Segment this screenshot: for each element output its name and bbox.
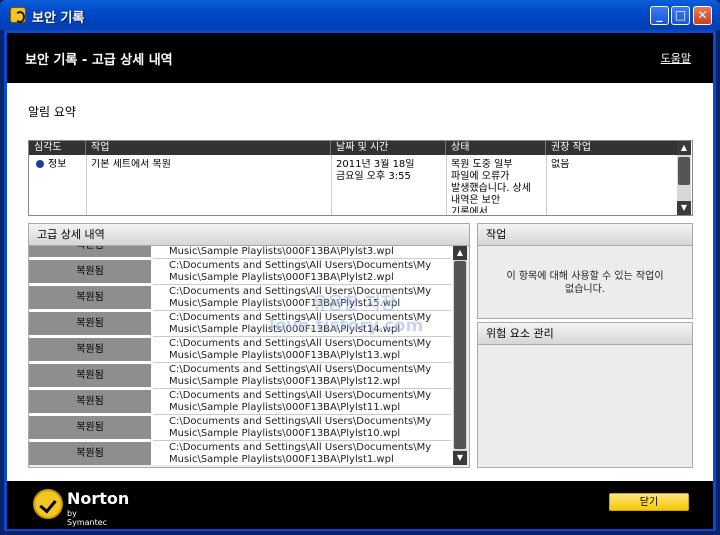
file-path: C:\Documents and Settings\All Users\Docu… [153, 338, 451, 363]
advanced-details-title: 고급 상세 내역 [29, 224, 469, 246]
restore-status: 복원됨 [29, 260, 151, 284]
risk-management-title: 위험 요소 관리 [478, 323, 692, 345]
list-item[interactable]: 복원됨 C:\Documents and Settings\All Users\D… [29, 442, 453, 465]
datetime-cell[interactable]: 2011년 3월 18일 금요일 오후 3:55 [331, 159, 446, 213]
file-path: Music\Sample Playlists\000F13BA\Plylst3.… [153, 246, 451, 259]
column-task[interactable]: 작업 [86, 141, 331, 155]
column-status[interactable]: 상태 [446, 141, 546, 155]
recommended-cell[interactable]: 없음 [546, 159, 677, 213]
scroll-thumb[interactable] [678, 157, 690, 185]
window: 보안 기록 _ □ ✕ 보안 기록 - 고급 상세 내역 도움말 알림 요약 심… [0, 0, 720, 535]
alert-summary-label: 알림 요약 [28, 105, 76, 119]
help-link[interactable]: 도움말 [661, 50, 691, 66]
maximize-button[interactable]: □ [671, 6, 690, 25]
list-item[interactable]: 복원됨 C:\Documents and Settings\All Users\D… [29, 260, 453, 285]
list-item[interactable]: 복원됨 C:\Documents and Settings\All Users\D… [29, 364, 453, 389]
file-path: C:\Documents and Settings\All Users\Docu… [153, 416, 451, 441]
advanced-details-panel: 고급 상세 내역 복원됨Music\Sample Playlists\000F1… [28, 223, 470, 468]
scroll-up-arrow-icon[interactable]: ▲ [677, 141, 691, 155]
task-cell[interactable]: 기본 세트에서 복원 [86, 159, 331, 213]
watermark-url: love.tistory.com [269, 316, 424, 336]
list-item[interactable]: 복원됨 C:\Documents and Settings\All Users\D… [29, 416, 453, 441]
scroll-up-arrow-icon[interactable]: ▲ [453, 246, 467, 260]
minimize-button[interactable]: _ [650, 6, 669, 25]
severity-value: 정보 [48, 159, 67, 170]
restore-status: 복원됨 [29, 246, 151, 258]
file-path: C:\Documents and Settings\All Users\Docu… [153, 390, 451, 415]
restore-status: 복원됨 [29, 416, 151, 440]
title-bar[interactable]: 보안 기록 _ □ ✕ [0, 0, 720, 30]
close-window-button[interactable]: ✕ [693, 6, 712, 25]
file-path: C:\Documents and Settings\All Users\Docu… [153, 442, 451, 465]
list-item[interactable]: 복원됨 C:\Documents and Settings\All Users\D… [29, 338, 453, 363]
norton-check-icon [33, 489, 63, 519]
status-cell[interactable]: 복원 도중 일부 파일에 오류가 발생했습니다. 상세 내역은 보안 기록에서 … [446, 159, 546, 213]
restore-status: 복원됨 [29, 442, 151, 465]
details-list: 복원됨Music\Sample Playlists\000F13BA\Plyls… [29, 246, 453, 465]
restore-status: 복원됨 [29, 286, 151, 310]
actions-panel-title: 작업 [478, 224, 692, 246]
scroll-down-arrow-icon[interactable]: ▼ [453, 451, 467, 465]
scroll-down-arrow-icon[interactable]: ▼ [677, 201, 691, 215]
file-path: C:\Documents and Settings\All Users\Docu… [153, 286, 451, 311]
window-title: 보안 기록 [32, 11, 85, 26]
scroll-thumb[interactable] [454, 261, 466, 449]
brand-name: Norton [67, 489, 130, 508]
restore-status: 복원됨 [29, 364, 151, 388]
norton-app-icon [10, 7, 26, 23]
list-item[interactable]: 복원됨Music\Sample Playlists\000F13BA\Plyls… [29, 246, 453, 259]
file-path: C:\Documents and Settings\All Users\Docu… [153, 364, 451, 389]
column-datetime[interactable]: 날짜 및 시간 [331, 141, 446, 155]
client-area: 보안 기록 - 고급 상세 내역 도움말 알림 요약 심각도 작업 날짜 및 시… [7, 33, 713, 529]
column-recommended[interactable]: 권장 작업 [546, 141, 677, 155]
list-item[interactable]: 복원됨 C:\Documents and Settings\All Users\D… [29, 390, 453, 415]
actions-panel: 작업 이 항목에 대해 사용할 수 있는 작업이 없습니다. [477, 223, 693, 319]
summary-scrollbar[interactable]: ▲ ▼ [677, 141, 691, 215]
details-scrollbar[interactable]: ▲ ▼ [453, 246, 467, 465]
table-header: 심각도 작업 날짜 및 시간 상태 권장 작업 [29, 141, 677, 155]
restore-status: 복원됨 [29, 338, 151, 362]
column-severity[interactable]: 심각도 [29, 141, 86, 155]
info-dot-icon [36, 160, 44, 168]
file-path: C:\Documents and Settings\All Users\Docu… [153, 260, 451, 285]
restore-status: 복원됨 [29, 312, 151, 336]
restore-status: 복원됨 [29, 390, 151, 414]
risk-management-panel: 위험 요소 관리 [477, 322, 693, 468]
no-actions-message: 이 항목에 대해 사용할 수 있는 작업이 없습니다. [506, 271, 664, 295]
alert-summary-table: 심각도 작업 날짜 및 시간 상태 권장 작업 정보 기본 세트에서 복원 20… [28, 140, 693, 216]
brand-subtitle: by Symantec [67, 509, 108, 527]
close-button[interactable]: 닫기 [609, 493, 689, 511]
severity-cell[interactable]: 정보 [31, 159, 86, 213]
watermark-text: 유용한 저장 [312, 294, 397, 314]
page-header: 보안 기록 - 고급 상세 내역 도움말 [7, 33, 713, 83]
page-title: 보안 기록 - 고급 상세 내역 [25, 53, 173, 68]
